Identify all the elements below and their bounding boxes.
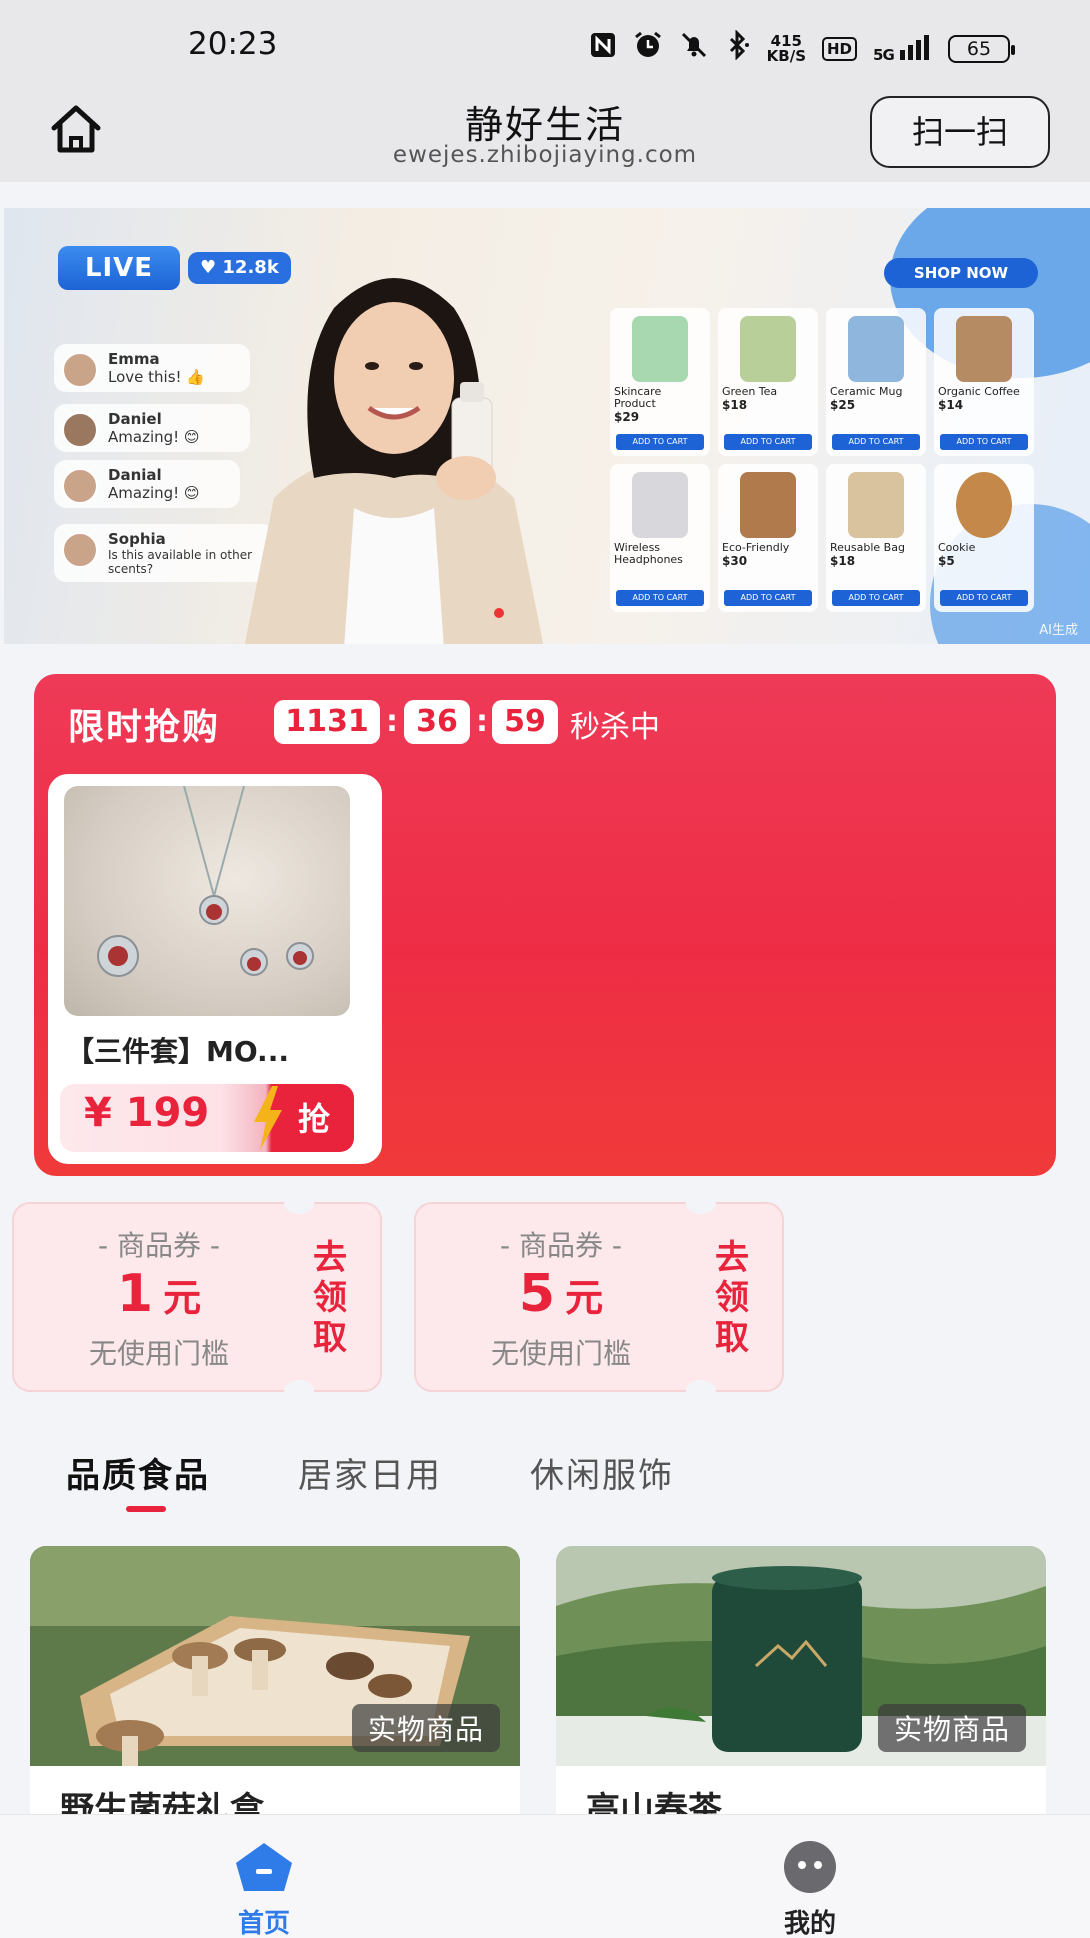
banner-product-card: Organic Coffee $14 ADD TO CART	[934, 308, 1034, 456]
tab-casual-apparel[interactable]: 休闲服饰	[530, 1448, 674, 1497]
product-card[interactable]: 实物商品 高山春茶	[556, 1546, 1046, 1826]
countdown-hours: 1131	[274, 700, 380, 744]
status-icons: 415 KB/S HD 5G 65	[589, 29, 1015, 67]
banner-product-card: Ceramic Mug $25 ADD TO CART	[826, 308, 926, 456]
avatar	[62, 532, 98, 568]
product-type-tag: 实物商品	[877, 1704, 1026, 1752]
flash-item-price-bar[interactable]: ¥ 199 抢	[60, 1084, 354, 1152]
banner-product-card: Green Tea $18 ADD TO CART	[718, 308, 818, 456]
net-speed: 415 KB/S	[766, 31, 806, 65]
nav-home[interactable]: 首页	[164, 1815, 364, 1938]
carousel-indicator[interactable]	[494, 608, 504, 618]
product-card[interactable]: 实物商品 野生菌菇礼盒	[30, 1546, 520, 1826]
flash-sale-status: 秒杀中	[570, 710, 660, 745]
home-icon	[236, 1843, 292, 1891]
product-image	[64, 786, 350, 1016]
nav-profile-label: 我的	[783, 1909, 836, 1938]
coupon-label: - 商品券 -	[97, 1229, 220, 1262]
ai-generated-mark: AI生成	[1039, 623, 1078, 638]
bottom-navigation: 首页 我的	[0, 1814, 1090, 1938]
coupon-card[interactable]: - 商品券 - 1元 无使用门槛 去领取	[12, 1192, 382, 1402]
coupon-condition: 无使用门槛	[490, 1337, 631, 1370]
live-banner[interactable]: LIVE ♥ 12.8k Emma Love this! 👍 Daniel Am…	[4, 208, 1090, 644]
nav-profile[interactable]: 我的	[710, 1815, 910, 1938]
scan-button[interactable]: 扫一扫	[870, 96, 1050, 168]
bluetooth-icon	[725, 29, 751, 67]
coupon-value: 5元	[518, 1264, 604, 1324]
countdown-minutes: 36	[404, 700, 470, 744]
avatar	[62, 352, 98, 388]
presenter-image	[244, 278, 544, 644]
lightning-icon	[254, 1086, 282, 1150]
live-badge: LIVE	[58, 246, 180, 290]
flash-item-name: 【三件套】MO...	[66, 1035, 289, 1068]
countdown-seconds: 59	[492, 700, 558, 744]
active-tab-indicator	[126, 1506, 166, 1512]
avatar	[62, 412, 98, 448]
shop-now-button[interactable]: SHOP NOW	[884, 258, 1038, 288]
tab-quality-food[interactable]: 品质食品	[66, 1448, 210, 1497]
banner-product-card: Cookie $5 ADD TO CART	[934, 464, 1034, 612]
banner-product-card: Skincare Product $29 ADD TO CART	[610, 308, 710, 456]
status-bar: 20:23 415 KB/S HD 5G 65	[0, 0, 1090, 90]
profile-icon	[784, 1841, 836, 1893]
flash-item-price: ¥ 199	[84, 1090, 210, 1136]
status-time: 20:23	[188, 26, 278, 62]
nfc-icon	[589, 31, 617, 66]
app-header: 静好生活 ewejes.zhibojiaying.com 扫一扫	[0, 90, 1090, 182]
battery-icon: 65	[948, 34, 1015, 63]
mute-icon	[679, 30, 709, 67]
flash-sale-item[interactable]: 【三件套】MO... ¥ 199 抢	[48, 774, 382, 1164]
flash-sale-title: 限时抢购	[68, 707, 221, 748]
coupon-condition: 无使用门槛	[88, 1337, 229, 1370]
claim-coupon-button[interactable]: 去领取	[712, 1238, 752, 1358]
signal-icon: 5G	[873, 34, 932, 64]
nav-home-label: 首页	[237, 1909, 290, 1938]
banner-product-card: Reusable Bag $18 ADD TO CART	[826, 464, 926, 612]
coupon-label: - 商品券 -	[499, 1229, 622, 1262]
coupon-card[interactable]: - 商品券 - 5元 无使用门槛 去领取	[414, 1192, 784, 1402]
alarm-icon	[633, 30, 663, 67]
banner-product-card: Eco-Friendly $30 ADD TO CART	[718, 464, 818, 612]
claim-coupon-button[interactable]: 去领取	[310, 1238, 350, 1358]
tab-home-daily[interactable]: 居家日用	[298, 1448, 442, 1497]
product-type-tag: 实物商品	[351, 1704, 500, 1752]
coupon-value: 1元	[116, 1264, 202, 1324]
flash-sale-section: 限时抢购 1131 : 36 : 59 秒杀中 【三件套】MO... ¥ 199…	[34, 674, 1056, 1176]
banner-product-grid: Skincare Product $29 ADD TO CART Green T…	[610, 308, 1042, 612]
grab-button[interactable]: 抢	[298, 1094, 330, 1140]
hd-badge: HD	[822, 36, 858, 61]
banner-product-card: Wireless Headphones ADD TO CART	[610, 464, 710, 612]
avatar	[62, 468, 98, 504]
